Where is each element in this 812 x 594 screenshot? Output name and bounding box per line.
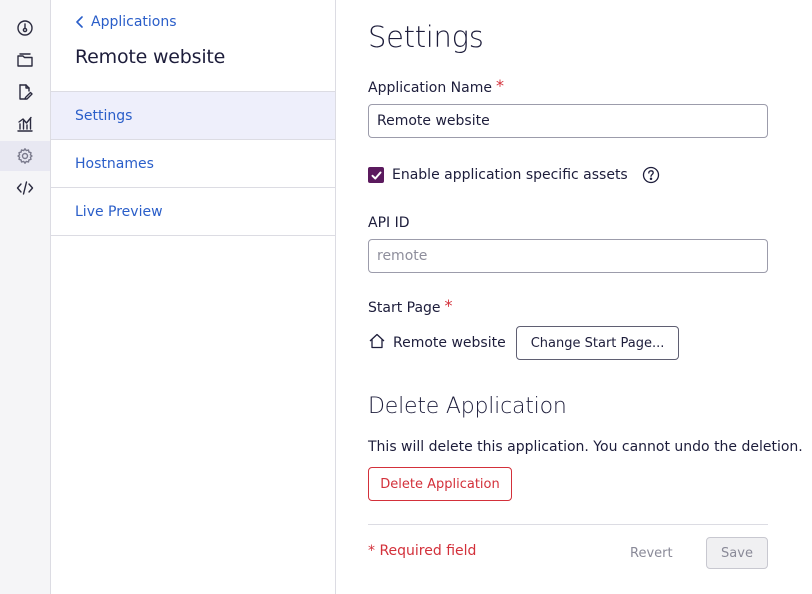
rail-analytics[interactable] [0, 109, 50, 139]
rail-developer[interactable] [0, 173, 50, 203]
footer-divider [368, 524, 768, 525]
nav-item-label: Hostnames [75, 155, 154, 172]
back-link-label: Applications [91, 14, 177, 30]
nav-item-hostnames[interactable]: Hostnames [51, 140, 335, 188]
page-title: Settings [368, 20, 484, 54]
nav-item-live-preview[interactable]: Live Preview [51, 188, 335, 236]
start-page-label: Start Page * [368, 296, 453, 317]
start-page-row: Remote website Change Start Page... [368, 326, 680, 360]
application-name-label-text: Application Name [368, 80, 492, 96]
rail-dashboard[interactable] [0, 13, 50, 43]
api-id-label: API ID [368, 215, 410, 231]
required-asterisk: * [444, 296, 453, 315]
delete-application-button[interactable]: Delete Application [368, 467, 512, 501]
delete-description: This will delete this application. You c… [368, 439, 803, 455]
home-icon [368, 332, 386, 354]
help-icon[interactable] [642, 166, 660, 184]
nav-item-label: Settings [75, 107, 133, 124]
start-page-label-text: Start Page [368, 300, 441, 316]
application-name-input[interactable] [368, 104, 768, 138]
back-to-applications-link[interactable]: Applications [75, 14, 177, 30]
nav-item-settings[interactable]: Settings [51, 92, 335, 140]
nav-item-label: Live Preview [75, 203, 163, 220]
rail-settings[interactable] [0, 141, 50, 171]
rail-content[interactable] [0, 45, 50, 75]
delete-section-title: Delete Application [368, 394, 567, 419]
required-field-note: * Required field [368, 543, 477, 559]
chevron-left-icon [76, 16, 83, 28]
checkmark-icon [371, 171, 381, 179]
save-button[interactable]: Save [706, 537, 768, 569]
settings-panel: Settings Application Name * Enable appli… [368, 0, 803, 594]
code-icon [16, 181, 34, 195]
application-sidebar: Applications Remote website Settings Hos… [51, 0, 336, 594]
edit-document-icon [19, 84, 33, 100]
change-start-page-button[interactable]: Change Start Page... [515, 326, 680, 360]
folder-stack-icon [17, 53, 33, 67]
application-nav: Settings Hostnames Live Preview [51, 91, 335, 236]
dashboard-gauge-icon [17, 20, 33, 36]
assets-option: Enable application specific assets [368, 166, 660, 184]
start-page-name: Remote website [393, 335, 506, 351]
icon-rail [0, 0, 51, 594]
api-id-input[interactable] [368, 239, 768, 273]
application-title: Remote website [75, 46, 226, 68]
required-asterisk: * [495, 76, 504, 95]
enable-assets-label: Enable application specific assets [392, 167, 628, 183]
gear-icon [17, 148, 33, 164]
revert-button[interactable]: Revert [618, 537, 685, 569]
rail-edit[interactable] [0, 77, 50, 107]
application-name-label: Application Name * [368, 76, 504, 97]
enable-assets-checkbox[interactable] [368, 167, 384, 183]
analytics-chart-icon [17, 116, 33, 132]
